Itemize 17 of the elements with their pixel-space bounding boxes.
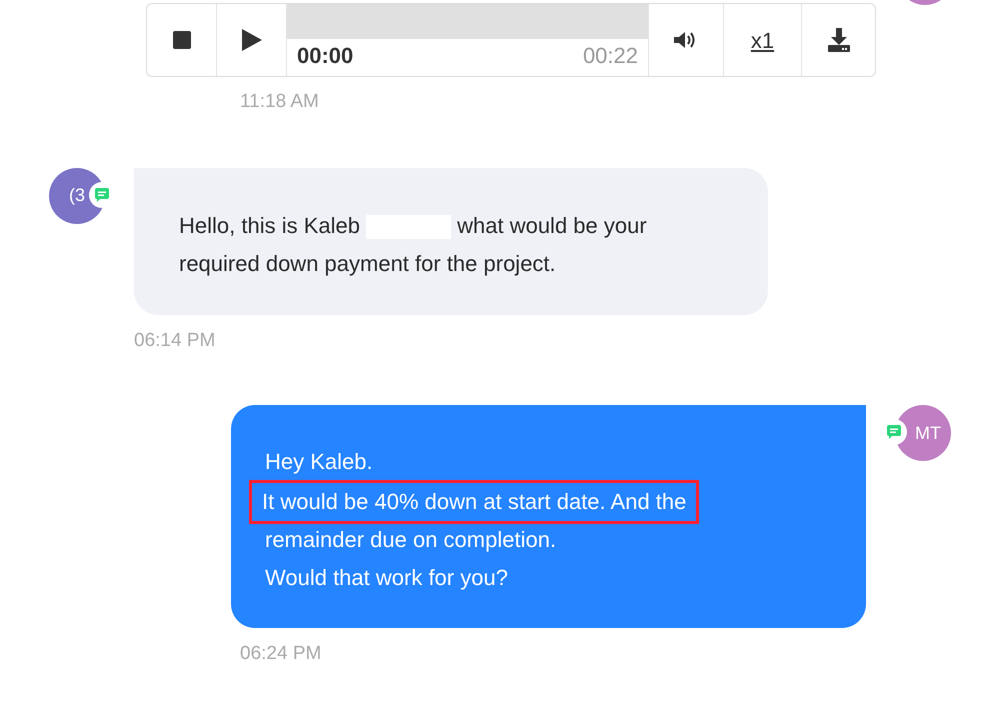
avatar: MT (895, 405, 951, 461)
stop-icon (172, 31, 190, 49)
timestamp: 11:18 AM (239, 90, 320, 114)
speed-button[interactable]: x1 (724, 4, 802, 76)
duration: 00:22 (582, 42, 638, 70)
download-icon (828, 28, 850, 52)
message-line: remainder due on completion. (265, 526, 556, 554)
current-time: 00:00 (297, 42, 354, 70)
timestamp: 06:14 PM (133, 328, 216, 352)
message-line: Would that work for you? (265, 564, 508, 592)
message-text: Hello, this is Kaleb what would be your required down payment for the project. (179, 212, 648, 278)
avatar: (3 (49, 168, 105, 224)
message-line: It would be 40% down at start date. And the (252, 483, 696, 521)
message-line: Hey Kaleb. (265, 448, 373, 476)
play-icon (242, 29, 262, 51)
progress-track[interactable] (287, 4, 648, 39)
timestamp: 06:24 PM (239, 642, 322, 666)
